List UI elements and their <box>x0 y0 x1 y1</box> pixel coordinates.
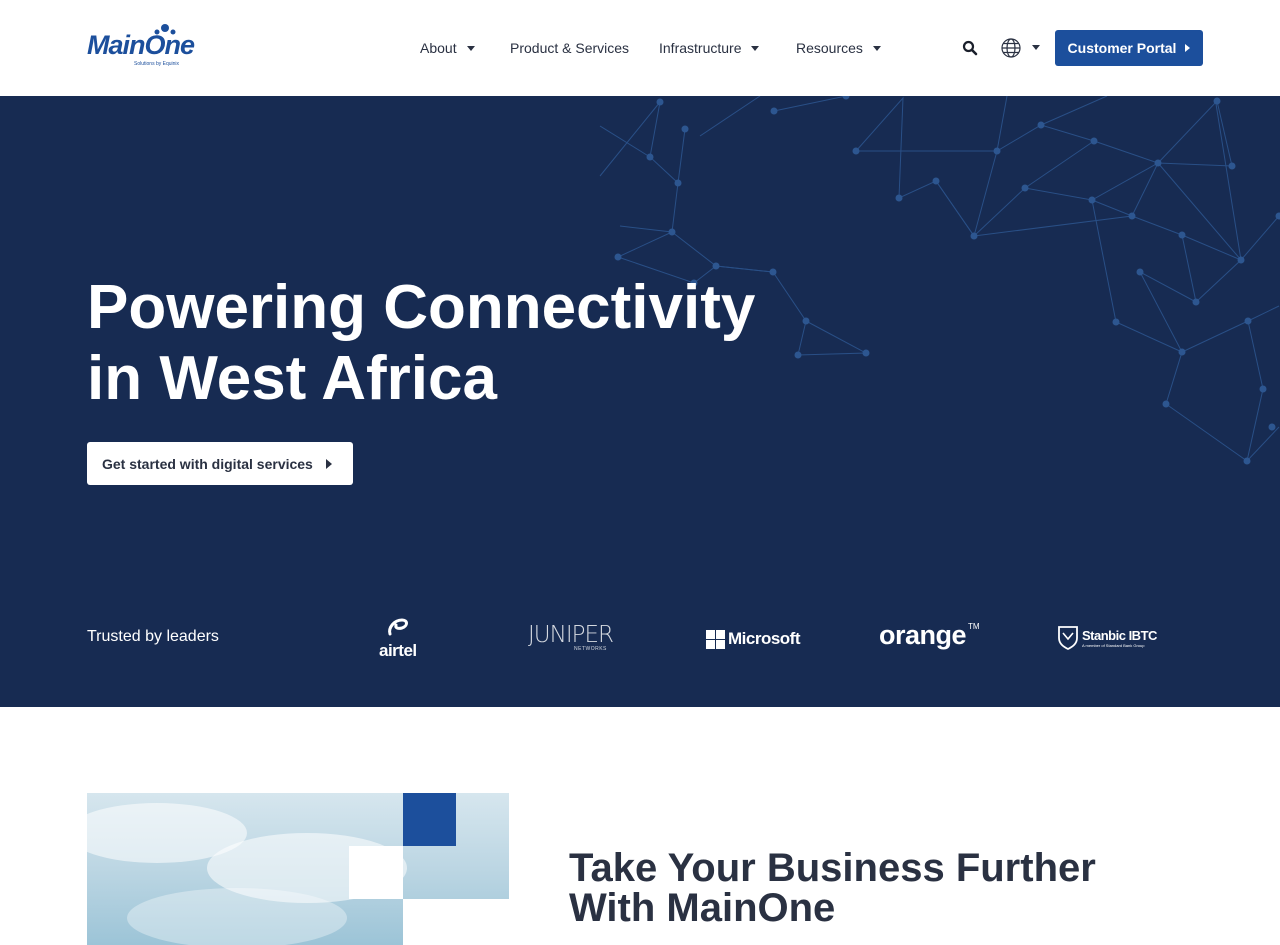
mainone-logo[interactable]: MainOne Solutions by Equinix <box>87 24 195 70</box>
microsoft-wordmark: Microsoft <box>728 629 801 648</box>
partner-logo-stanbic: Stanbic IBTC A member of Standard Bank G… <box>1058 626 1168 652</box>
airtel-wordmark: airtel <box>379 641 417 660</box>
search-icon[interactable] <box>961 39 979 57</box>
partner-logo-microsoft: Microsoft <box>706 628 802 650</box>
stanbic-shield-icon <box>1058 626 1078 650</box>
orange-tm: TM <box>968 622 980 631</box>
nav-item-product-services[interactable]: Product & Services <box>510 38 629 58</box>
logo-tagline: Solutions by Equinix <box>134 61 180 67</box>
site-header: MainOne Solutions by Equinix About Produ… <box>0 0 1280 96</box>
microsoft-windows-icon <box>706 630 725 649</box>
customer-portal-button[interactable]: Customer Portal <box>1055 30 1203 66</box>
globe-icon[interactable] <box>1000 37 1022 59</box>
feature-image <box>87 793 509 945</box>
get-started-button[interactable]: Get started with digital services <box>87 442 353 485</box>
chevron-down-icon <box>872 45 881 51</box>
nav-item-resources[interactable]: Resources <box>796 38 881 58</box>
juniper-sub: NETWORKS <box>574 646 607 652</box>
nav-item-label: About <box>420 40 457 56</box>
hero-title-line1: Powering Connectivity <box>87 273 756 342</box>
hero-title: Powering Connectivity in West Africa <box>87 272 787 414</box>
nav-item-label: Resources <box>796 40 863 56</box>
hero-section: Powering Connectivity in West Africa Get… <box>0 96 1280 707</box>
decor-square-white <box>349 846 403 899</box>
decor-square-blue <box>403 793 456 846</box>
nav-item-about[interactable]: About <box>420 38 475 58</box>
partner-logo-orange: orange TM <box>879 620 983 656</box>
stanbic-wordmark: Stanbic IBTC <box>1082 628 1157 643</box>
orange-wordmark: orange <box>879 620 967 650</box>
get-started-label: Get started with digital services <box>102 455 313 472</box>
customer-portal-label: Customer Portal <box>1067 40 1177 56</box>
partner-logo-airtel: airtel <box>378 618 418 662</box>
hero-title-line2: in West Africa <box>87 344 497 413</box>
nav-item-infrastructure[interactable]: Infrastructure <box>659 38 760 58</box>
chevron-down-icon <box>751 45 760 51</box>
nav-item-label: Product & Services <box>510 40 630 56</box>
decor-square-white <box>403 899 509 945</box>
section-title-line1: Take Your Business Further <box>569 846 1096 890</box>
juniper-wordmark: JUNIPER <box>528 622 614 648</box>
partner-logo-juniper: JUNIPER NETWORKS <box>528 622 624 656</box>
caret-right-icon <box>1185 44 1191 52</box>
logo-wordmark: MainOne <box>87 30 195 60</box>
chevron-down-icon <box>466 45 475 51</box>
section-title-line2: With MainOne <box>569 886 836 930</box>
caret-right-icon <box>325 458 332 469</box>
nav-item-label: Infrastructure <box>659 40 742 56</box>
stanbic-sub: A member of Standard Bank Group <box>1082 643 1145 648</box>
language-dropdown-icon[interactable] <box>1032 45 1040 50</box>
airtel-swirl-icon <box>388 618 408 636</box>
section-title: Take Your Business Further With MainOne <box>569 848 1129 928</box>
trusted-by-label: Trusted by leaders <box>87 628 219 645</box>
